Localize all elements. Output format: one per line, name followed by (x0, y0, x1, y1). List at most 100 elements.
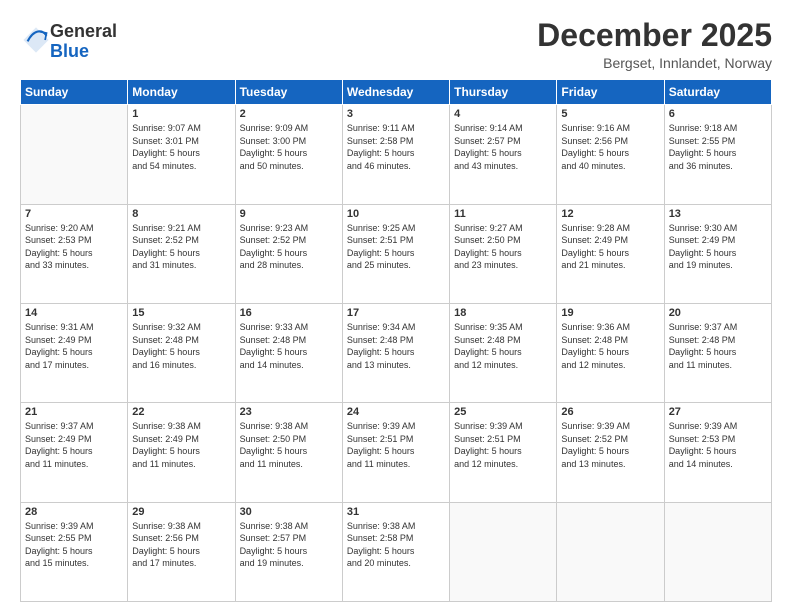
day-number: 1 (132, 108, 230, 120)
calendar: SundayMondayTuesdayWednesdayThursdayFrid… (20, 79, 772, 602)
calendar-cell: 3 Sunrise: 9:11 AM Sunset: 2:58 PM Daylig… (342, 105, 449, 204)
calendar-cell: 14Sunrise: 9:31 AM Sunset: 2:49 PM Dayli… (21, 303, 128, 402)
calendar-cell: 25 Sunrise: 9:39 AM Sunset: 2:51 PM Dayli… (450, 403, 557, 502)
day-number: 3 (347, 108, 445, 120)
header-cell-friday: Friday (557, 80, 664, 105)
calendar-cell: 9 Sunrise: 9:23 AM Sunset: 2:52 PM Daylig… (235, 204, 342, 303)
logo-text: General Blue (50, 22, 117, 62)
day-number: 12 (561, 208, 659, 220)
day-info: Sunrise: 9:07 AM Sunset: 3:01 PM Dayligh… (132, 122, 230, 172)
header-cell-monday: Monday (128, 80, 235, 105)
location: Bergset, Innlandet, Norway (537, 55, 772, 71)
day-info: Sunrise: 9:14 AM Sunset: 2:57 PM Dayligh… (454, 122, 552, 172)
calendar-cell (557, 502, 664, 601)
day-info: Sunrise: 9:39 AM Sunset: 2:53 PM Dayligh… (669, 420, 767, 470)
logo-general: General (50, 22, 117, 42)
day-info: Sunrise: 9:11 AM Sunset: 2:58 PM Dayligh… (347, 122, 445, 172)
day-number: 25 (454, 406, 552, 418)
calendar-cell: 11 Sunrise: 9:27 AM Sunset: 2:50 PM Dayli… (450, 204, 557, 303)
day-info: Sunrise: 9:27 AM Sunset: 2:50 PM Dayligh… (454, 222, 552, 272)
day-info: Sunrise: 9:39 AM Sunset: 2:52 PM Dayligh… (561, 420, 659, 470)
calendar-cell: 4 Sunrise: 9:14 AM Sunset: 2:57 PM Daylig… (450, 105, 557, 204)
calendar-header-row: SundayMondayTuesdayWednesdayThursdayFrid… (21, 80, 772, 105)
day-info: Sunrise: 9:34 AM Sunset: 2:48 PM Dayligh… (347, 321, 445, 371)
header-cell-wednesday: Wednesday (342, 80, 449, 105)
day-info: Sunrise: 9:09 AM Sunset: 3:00 PM Dayligh… (240, 122, 338, 172)
day-number: 20 (669, 307, 767, 319)
header-cell-thursday: Thursday (450, 80, 557, 105)
day-info: Sunrise: 9:30 AM Sunset: 2:49 PM Dayligh… (669, 222, 767, 272)
month-title: December 2025 (537, 18, 772, 53)
day-number: 31 (347, 506, 445, 518)
day-number: 26 (561, 406, 659, 418)
calendar-cell: 19 Sunrise: 9:36 AM Sunset: 2:48 PM Dayli… (557, 303, 664, 402)
calendar-cell: 26 Sunrise: 9:39 AM Sunset: 2:52 PM Dayli… (557, 403, 664, 502)
day-info: Sunrise: 9:39 AM Sunset: 2:51 PM Dayligh… (454, 420, 552, 470)
calendar-week-row: 28 Sunrise: 9:39 AM Sunset: 2:55 PM Dayli… (21, 502, 772, 601)
logo-icon (22, 26, 50, 54)
day-info: Sunrise: 9:20 AM Sunset: 2:53 PM Dayligh… (25, 222, 123, 272)
calendar-cell: 22Sunrise: 9:38 AM Sunset: 2:49 PM Dayli… (128, 403, 235, 502)
day-info: Sunrise: 9:37 AM Sunset: 2:48 PM Dayligh… (669, 321, 767, 371)
day-info: Sunrise: 9:23 AM Sunset: 2:52 PM Dayligh… (240, 222, 338, 272)
day-info: Sunrise: 9:16 AM Sunset: 2:56 PM Dayligh… (561, 122, 659, 172)
calendar-cell: 5 Sunrise: 9:16 AM Sunset: 2:56 PM Daylig… (557, 105, 664, 204)
header-cell-sunday: Sunday (21, 80, 128, 105)
calendar-cell: 13 Sunrise: 9:30 AM Sunset: 2:49 PM Dayli… (664, 204, 771, 303)
day-number: 13 (669, 208, 767, 220)
calendar-week-row: 7Sunrise: 9:20 AM Sunset: 2:53 PM Daylig… (21, 204, 772, 303)
day-number: 29 (132, 506, 230, 518)
calendar-cell (664, 502, 771, 601)
day-info: Sunrise: 9:18 AM Sunset: 2:55 PM Dayligh… (669, 122, 767, 172)
header-cell-saturday: Saturday (664, 80, 771, 105)
calendar-cell: 29 Sunrise: 9:38 AM Sunset: 2:56 PM Dayli… (128, 502, 235, 601)
calendar-cell: 8 Sunrise: 9:21 AM Sunset: 2:52 PM Daylig… (128, 204, 235, 303)
day-info: Sunrise: 9:38 AM Sunset: 2:56 PM Dayligh… (132, 520, 230, 570)
calendar-cell: 17Sunrise: 9:34 AM Sunset: 2:48 PM Dayli… (342, 303, 449, 402)
calendar-cell: 2Sunrise: 9:09 AM Sunset: 3:00 PM Daylig… (235, 105, 342, 204)
day-info: Sunrise: 9:38 AM Sunset: 2:57 PM Dayligh… (240, 520, 338, 570)
calendar-cell: 12 Sunrise: 9:28 AM Sunset: 2:49 PM Dayli… (557, 204, 664, 303)
calendar-cell: 24Sunrise: 9:39 AM Sunset: 2:51 PM Dayli… (342, 403, 449, 502)
day-info: Sunrise: 9:21 AM Sunset: 2:52 PM Dayligh… (132, 222, 230, 272)
calendar-cell: 1 Sunrise: 9:07 AM Sunset: 3:01 PM Daylig… (128, 105, 235, 204)
day-number: 16 (240, 307, 338, 319)
day-number: 11 (454, 208, 552, 220)
day-info: Sunrise: 9:28 AM Sunset: 2:49 PM Dayligh… (561, 222, 659, 272)
logo: General Blue (20, 22, 117, 62)
logo-blue: Blue (50, 42, 117, 62)
day-number: 24 (347, 406, 445, 418)
day-info: Sunrise: 9:38 AM Sunset: 2:58 PM Dayligh… (347, 520, 445, 570)
day-info: Sunrise: 9:36 AM Sunset: 2:48 PM Dayligh… (561, 321, 659, 371)
day-number: 30 (240, 506, 338, 518)
title-block: December 2025 Bergset, Innlandet, Norway (537, 18, 772, 71)
day-number: 8 (132, 208, 230, 220)
day-info: Sunrise: 9:39 AM Sunset: 2:55 PM Dayligh… (25, 520, 123, 570)
calendar-week-row: 21Sunrise: 9:37 AM Sunset: 2:49 PM Dayli… (21, 403, 772, 502)
day-number: 5 (561, 108, 659, 120)
day-number: 19 (561, 307, 659, 319)
header-cell-tuesday: Tuesday (235, 80, 342, 105)
day-info: Sunrise: 9:38 AM Sunset: 2:50 PM Dayligh… (240, 420, 338, 470)
day-number: 23 (240, 406, 338, 418)
calendar-week-row: 1 Sunrise: 9:07 AM Sunset: 3:01 PM Daylig… (21, 105, 772, 204)
calendar-cell: 30 Sunrise: 9:38 AM Sunset: 2:57 PM Dayli… (235, 502, 342, 601)
calendar-cell (450, 502, 557, 601)
day-number: 28 (25, 506, 123, 518)
day-number: 18 (454, 307, 552, 319)
day-info: Sunrise: 9:25 AM Sunset: 2:51 PM Dayligh… (347, 222, 445, 272)
calendar-cell: 23 Sunrise: 9:38 AM Sunset: 2:50 PM Dayli… (235, 403, 342, 502)
day-number: 14 (25, 307, 123, 319)
day-number: 15 (132, 307, 230, 319)
day-info: Sunrise: 9:33 AM Sunset: 2:48 PM Dayligh… (240, 321, 338, 371)
day-number: 9 (240, 208, 338, 220)
day-number: 4 (454, 108, 552, 120)
calendar-cell: 27Sunrise: 9:39 AM Sunset: 2:53 PM Dayli… (664, 403, 771, 502)
calendar-cell: 16 Sunrise: 9:33 AM Sunset: 2:48 PM Dayli… (235, 303, 342, 402)
calendar-cell (21, 105, 128, 204)
day-number: 21 (25, 406, 123, 418)
calendar-cell: 6Sunrise: 9:18 AM Sunset: 2:55 PM Daylig… (664, 105, 771, 204)
day-number: 10 (347, 208, 445, 220)
page: General Blue December 2025 Bergset, Innl… (0, 0, 792, 612)
day-info: Sunrise: 9:38 AM Sunset: 2:49 PM Dayligh… (132, 420, 230, 470)
